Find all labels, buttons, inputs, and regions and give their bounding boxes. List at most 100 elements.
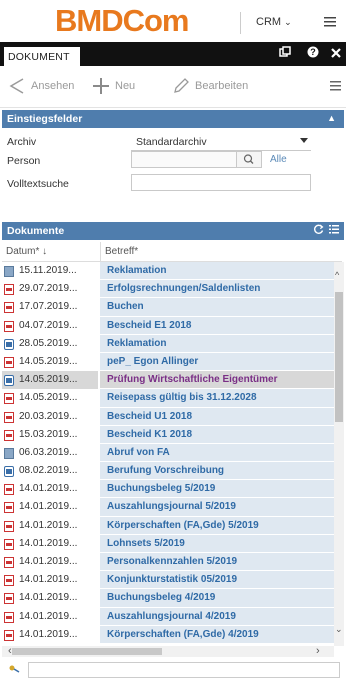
person-search-button[interactable] [236,151,262,168]
scroll-down-icon[interactable]: ⌄ [335,624,343,635]
column-header-date[interactable]: Datum* ↓ [6,246,47,257]
vertical-scrollbar[interactable] [334,262,344,646]
subject-cell[interactable]: peP_ Egon Allinger [100,352,334,372]
alle-link[interactable]: Alle [270,154,287,165]
table-row[interactable]: 15.11.2019... Reklamation [2,262,334,281]
table-row[interactable]: 14.01.2019... Personalkennzahlen 5/2019 [2,553,334,572]
list-menu-icon[interactable] [329,225,339,237]
view-button[interactable]: Ansehen [8,77,74,95]
date-cell[interactable]: 17.07.2019... [2,298,98,316]
date-cell[interactable]: 14.05.2019... [2,353,98,371]
footer-input[interactable] [28,662,340,678]
subject-cell[interactable]: Buchungsbeleg 5/2019 [100,480,334,499]
scroll-right-icon[interactable]: › [316,645,320,657]
fulltext-input[interactable] [131,174,311,191]
date-text: 28.05.2019... [19,337,78,349]
table-row[interactable]: 14.01.2019... Lohnsets 5/2019 [2,534,334,553]
table-row[interactable]: 17.07.2019... Buchen [2,298,334,317]
table-row[interactable]: 20.03.2019... Bescheid U1 2018 [2,407,334,426]
date-cell[interactable]: 14.01.2019... [2,608,98,626]
subject-cell[interactable]: Lohnsets 5/2019 [100,534,334,553]
subject-cell[interactable]: Berufung Vorschreibung [100,462,334,481]
table-row[interactable]: 04.07.2019... Bescheid E1 2018 [2,316,334,335]
vertical-scroll-thumb[interactable] [335,292,343,422]
subject-cell[interactable]: Reisepass gültig bis 31.12.2028 [100,389,334,408]
date-cell[interactable]: 14.01.2019... [2,589,98,607]
scroll-left-icon[interactable]: ‹ [8,645,12,657]
date-cell[interactable]: 15.03.2019... [2,426,98,444]
table-row[interactable]: 08.02.2019... Berufung Vorschreibung [2,462,334,481]
subject-cell[interactable]: Konjunkturstatistik 05/2019 [100,571,334,590]
table-row[interactable]: 29.07.2019... Erfolgsrechnungen/Saldenlis… [2,280,334,299]
date-cell[interactable]: 08.02.2019... [2,462,98,480]
table-row[interactable]: 14.01.2019... Körperschaften (FA,Gde) 5/2… [2,516,334,535]
subject-cell[interactable]: Abruf von FA [100,443,334,463]
archiv-select[interactable]: Standardarchiv [131,134,311,151]
date-cell[interactable]: 29.07.2019... [2,280,98,298]
horizontal-scroll-thumb[interactable] [12,648,162,655]
date-cell[interactable]: 14.01.2019... [2,553,98,571]
collapse-caret-icon[interactable]: ▲ [327,113,336,123]
date-cell[interactable]: 04.07.2019... [2,317,98,335]
table-row[interactable]: 14.01.2019... Auszahlungsjournal 5/2019 [2,498,334,517]
date-cell[interactable]: 28.05.2019... [2,335,98,353]
date-cell[interactable]: 14.01.2019... [2,571,98,589]
document-list: 15.11.2019... Reklamation 29.07.2019... Erf… [2,262,334,644]
date-cell[interactable]: 15.11.2019... [2,262,98,280]
subject-cell[interactable]: Bescheid U1 2018 [100,407,334,426]
subject-cell[interactable]: Auszahlungsjournal 5/2019 [100,498,334,517]
date-text: 14.01.2019... [19,483,78,495]
subject-cell[interactable]: Körperschaften (FA,Gde) 4/2019 [100,625,334,644]
table-row[interactable]: 14.01.2019... Körperschaften (FA,Gde) 4/2… [2,625,334,644]
tab-dokument[interactable]: DOKUMENT [4,47,80,66]
table-row[interactable]: 15.03.2019... Bescheid K1 2018 [2,425,334,444]
column-header-subject[interactable]: Betreff* [105,246,138,257]
help-icon[interactable]: ? [307,46,319,61]
close-icon[interactable] [331,46,341,61]
date-cell[interactable]: 14.01.2019... [2,498,98,516]
subject-cell[interactable]: Buchungsbeleg 4/2019 [100,589,334,608]
scroll-up-icon[interactable]: ^ [335,270,339,280]
subject-cell[interactable]: Personalkennzahlen 5/2019 [100,553,334,572]
image-file-icon [4,447,14,459]
subject-cell[interactable]: Prüfung Wirtschaftliche Eigentümer [100,371,334,390]
window-switch-icon[interactable] [279,46,291,61]
person-input[interactable] [131,151,237,168]
date-cell[interactable]: 14.01.2019... [2,517,98,535]
subject-cell[interactable]: Körperschaften (FA,Gde) 5/2019 [100,516,334,535]
module-switcher[interactable]: CRM ⌄ [256,16,292,28]
date-cell[interactable]: 14.01.2019... [2,626,98,644]
pdf-file-icon [4,557,14,568]
table-row[interactable]: 14.01.2019... Auszahlungsjournal 4/2019 [2,607,334,626]
subject-cell[interactable]: Reklamation [100,334,334,353]
table-row[interactable]: 14.05.2019... peP_ Egon Allinger [2,352,334,372]
date-cell[interactable]: 14.05.2019... [2,389,98,407]
date-cell[interactable]: 14.01.2019... [2,480,98,498]
dropdown-arrow-icon[interactable] [300,138,308,143]
edit-button[interactable]: Bearbeiten [172,77,248,95]
new-button[interactable]: Neu [92,77,135,95]
subject-cell[interactable]: Bescheid E1 2018 [100,316,334,335]
date-cell[interactable]: 14.01.2019... [2,535,98,553]
column-divider[interactable] [100,242,101,262]
subject-cell[interactable]: Reklamation [100,262,334,281]
subject-cell[interactable]: Erfolgsrechnungen/Saldenlisten [100,280,334,299]
table-row[interactable]: 14.05.2019... Prüfung Wirtschaftliche Eig… [2,371,334,390]
subject-cell[interactable]: Bescheid K1 2018 [100,425,334,444]
subject-cell[interactable]: Buchen [100,298,334,317]
date-cell[interactable]: 20.03.2019... [2,408,98,426]
entry-fields-header[interactable]: Einstiegsfelder ▲ [2,110,344,128]
main-menu-icon[interactable] [324,14,336,30]
table-row[interactable]: 06.03.2019... Abruf von FA [2,443,334,463]
subject-cell[interactable]: Auszahlungsjournal 4/2019 [100,607,334,626]
horizontal-scrollbar[interactable] [2,646,334,657]
refresh-icon[interactable] [313,224,324,238]
table-row[interactable]: 14.01.2019... Buchungsbeleg 4/2019 [2,589,334,608]
table-row[interactable]: 28.05.2019... Reklamation [2,334,334,353]
table-row[interactable]: 14.01.2019... Konjunkturstatistik 05/2019 [2,571,334,590]
table-row[interactable]: 14.01.2019... Buchungsbeleg 5/2019 [2,480,334,499]
date-cell[interactable]: 06.03.2019... [2,444,98,462]
toolbar-menu-icon[interactable] [330,81,341,91]
table-row[interactable]: 14.05.2019... Reisepass gültig bis 31.12.… [2,389,334,408]
date-cell[interactable]: 14.05.2019... [2,371,98,390]
